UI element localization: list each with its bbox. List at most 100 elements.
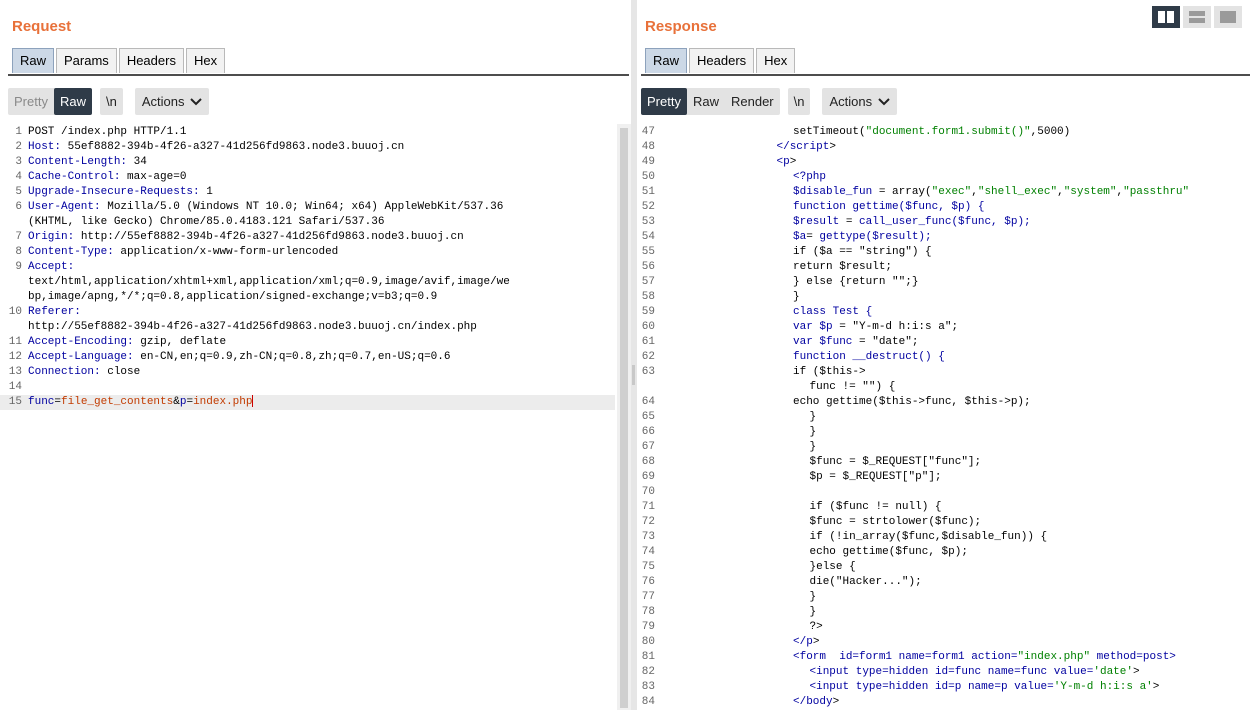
code-token: type=hidden id=func name=func value= [849, 666, 1094, 678]
code-text: $p = $_REQUEST["p"]; [810, 470, 942, 485]
request-pretty-button[interactable]: Pretty [8, 88, 54, 115]
response-newline-button[interactable]: \n [787, 88, 811, 115]
response-raw-button[interactable]: Raw [687, 88, 725, 115]
line-number: 63 [641, 366, 655, 378]
split-horizontal-icon[interactable] [1152, 6, 1180, 28]
request-line[interactable]: 4 Cache-Control: max-age=0 [0, 170, 615, 185]
response-line[interactable]: func != "") { [637, 380, 1250, 395]
response-line[interactable]: 61 var $func = "date"; [637, 335, 1250, 350]
response-line[interactable]: 54 $a= gettype($result); [637, 230, 1250, 245]
response-line[interactable]: 78} [637, 605, 1250, 620]
response-render-button[interactable]: Render [725, 88, 780, 115]
response-line[interactable]: 49 <p> [637, 155, 1250, 170]
split-vertical-icon[interactable] [1183, 6, 1211, 28]
response-line[interactable]: 52 function gettime($func, $p) { [637, 200, 1250, 215]
request-line[interactable]: 6 User-Agent: Mozilla/5.0 (Windows NT 10.… [0, 200, 615, 215]
response-line[interactable]: 77} [637, 590, 1250, 605]
request-line[interactable]: (KHTML, like Gecko) Chrome/85.0.4183.121… [0, 215, 615, 230]
response-tab-raw[interactable]: Raw [645, 48, 688, 73]
response-line[interactable]: 82 <input type=hidden id=func name=func v… [637, 665, 1250, 680]
response-line[interactable]: 66} [637, 425, 1250, 440]
response-line[interactable]: 62 function __destruct() { [637, 350, 1250, 365]
splitter-grip[interactable] [632, 365, 635, 385]
response-pretty-button[interactable]: Pretty [641, 88, 687, 115]
response-line[interactable]: 50 <?php [637, 170, 1250, 185]
response-line[interactable]: 47 setTimeout("document.form1.submit()",5… [637, 125, 1250, 140]
line-number: 51 [641, 186, 655, 198]
response-line[interactable]: 63 if ($this-> [637, 365, 1250, 380]
line-number: 52 [641, 201, 655, 213]
code-token: var $p [793, 321, 833, 333]
response-line[interactable]: 70 [637, 485, 1250, 500]
response-line[interactable]: 73 if (!in_array($func,$disable_fun)) { [637, 530, 1250, 545]
request-line[interactable]: 9 Accept: [0, 260, 615, 275]
code-token: Upgrade-Insecure-Requests: [28, 186, 200, 198]
response-line[interactable]: 59 class Test { [637, 305, 1250, 320]
response-line[interactable]: 53 $result = call_user_func($func, $p); [637, 215, 1250, 230]
response-line[interactable]: 74 echo gettime($func, $p); [637, 545, 1250, 560]
response-line[interactable]: 79 ?> [637, 620, 1250, 635]
request-line[interactable]: 7 Origin: http://55ef8882-394b-4f26-a327-… [0, 230, 615, 245]
line-number: 72 [641, 516, 655, 528]
response-tab-headers[interactable]: Headers [689, 48, 755, 73]
request-line[interactable]: 13 Connection: close [0, 365, 615, 380]
request-raw-button[interactable]: Raw [53, 88, 92, 115]
response-line[interactable]: 68 $func = $_REQUEST["func"]; [637, 455, 1250, 470]
response-line[interactable]: 81 <form id=form1 name=form1 action="inde… [637, 650, 1250, 665]
response-line[interactable]: 84 </body> [637, 695, 1250, 710]
line-number: 79 [641, 621, 655, 633]
response-line[interactable]: 55 if ($a == "string") { [637, 245, 1250, 260]
response-line[interactable]: 71 if ($func != null) { [637, 500, 1250, 515]
response-tab-hex[interactable]: Hex [756, 48, 796, 73]
response-line[interactable]: 60 var $p = "Y-m-d h:i:s a"; [637, 320, 1250, 335]
code-token: close [100, 366, 141, 378]
code-token: 'date' [1093, 666, 1133, 678]
response-line[interactable]: 83 <input type=hidden id=p name=p value='… [637, 680, 1250, 695]
line-number: 60 [641, 321, 655, 333]
response-line[interactable]: 72 $func = strtolower($func); [637, 515, 1250, 530]
single-pane-icon[interactable] [1214, 6, 1242, 28]
request-line[interactable]: 1 POST /index.php HTTP/1.1 [0, 125, 615, 140]
request-newline-button[interactable]: \n [99, 88, 123, 115]
request-line[interactable]: 15 func=file_get_contents&p=index.php [0, 395, 615, 410]
request-line[interactable]: http://55ef8882-394b-4f26-a327-41d256fd9… [0, 320, 615, 335]
response-line[interactable]: 69 $p = $_REQUEST["p"]; [637, 470, 1250, 485]
line-number: 15 [8, 396, 22, 408]
request-line[interactable]: 2 Host: 55ef8882-394b-4f26-a327-41d256fd9… [0, 140, 615, 155]
response-editor[interactable]: 47 setTimeout("document.form1.submit()",5… [637, 124, 1250, 710]
response-line[interactable]: 64 echo gettime($this->func, $this->p); [637, 395, 1250, 410]
request-actions-button[interactable]: Actions [134, 88, 210, 115]
request-line[interactable]: bp,image/apng,*/*;q=0.8,application/sign… [0, 290, 615, 305]
response-line[interactable]: 48 </script> [637, 140, 1250, 155]
line-number: 56 [641, 261, 655, 273]
code-token: > [789, 156, 797, 168]
response-line[interactable]: 56 return $result; [637, 260, 1250, 275]
response-line[interactable]: 57} else {return "";} [637, 275, 1250, 290]
response-line[interactable]: 51 $disable_fun = array("exec","shell_exe… [637, 185, 1250, 200]
response-line[interactable]: 65} [637, 410, 1250, 425]
line-number: 82 [641, 666, 655, 678]
request-line[interactable]: 11 Accept-Encoding: gzip, deflate [0, 335, 615, 350]
request-line[interactable]: 12 Accept-Language: en-CN,en;q=0.9,zh-CN;… [0, 350, 615, 365]
request-line[interactable]: text/html,application/xhtml+xml,applicat… [0, 275, 615, 290]
code-text: }else { [810, 560, 856, 575]
response-actions-button[interactable]: Actions [822, 88, 898, 115]
response-line[interactable]: 80 </p> [637, 635, 1250, 650]
request-line[interactable]: 3 Content-Length: 34 [0, 155, 615, 170]
request-tab-hex[interactable]: Hex [185, 48, 226, 73]
code-token: (KHTML, like Gecko) Chrome/85.0.4183.121… [28, 216, 385, 228]
request-scrollbar[interactable] [617, 124, 631, 710]
request-line[interactable]: 5 Upgrade-Insecure-Requests: 1 [0, 185, 615, 200]
request-tab-headers[interactable]: Headers [118, 48, 184, 73]
request-tab-raw[interactable]: Raw [12, 48, 55, 73]
request-editor[interactable]: 1 POST /index.php HTTP/1.1 2 Host: 55ef8882… [0, 124, 631, 710]
request-line[interactable]: 14 [0, 380, 615, 395]
response-line[interactable]: 76 die("Hacker..."); [637, 575, 1250, 590]
response-line[interactable]: 58} [637, 290, 1250, 305]
response-line[interactable]: 75}else { [637, 560, 1250, 575]
request-line[interactable]: 10 Referer: [0, 305, 615, 320]
request-tab-params[interactable]: Params [56, 48, 117, 73]
response-line[interactable]: 67} [637, 440, 1250, 455]
request-scroll-thumb[interactable] [620, 128, 628, 708]
request-line[interactable]: 8 Content-Type: application/x-www-form-ur… [0, 245, 615, 260]
